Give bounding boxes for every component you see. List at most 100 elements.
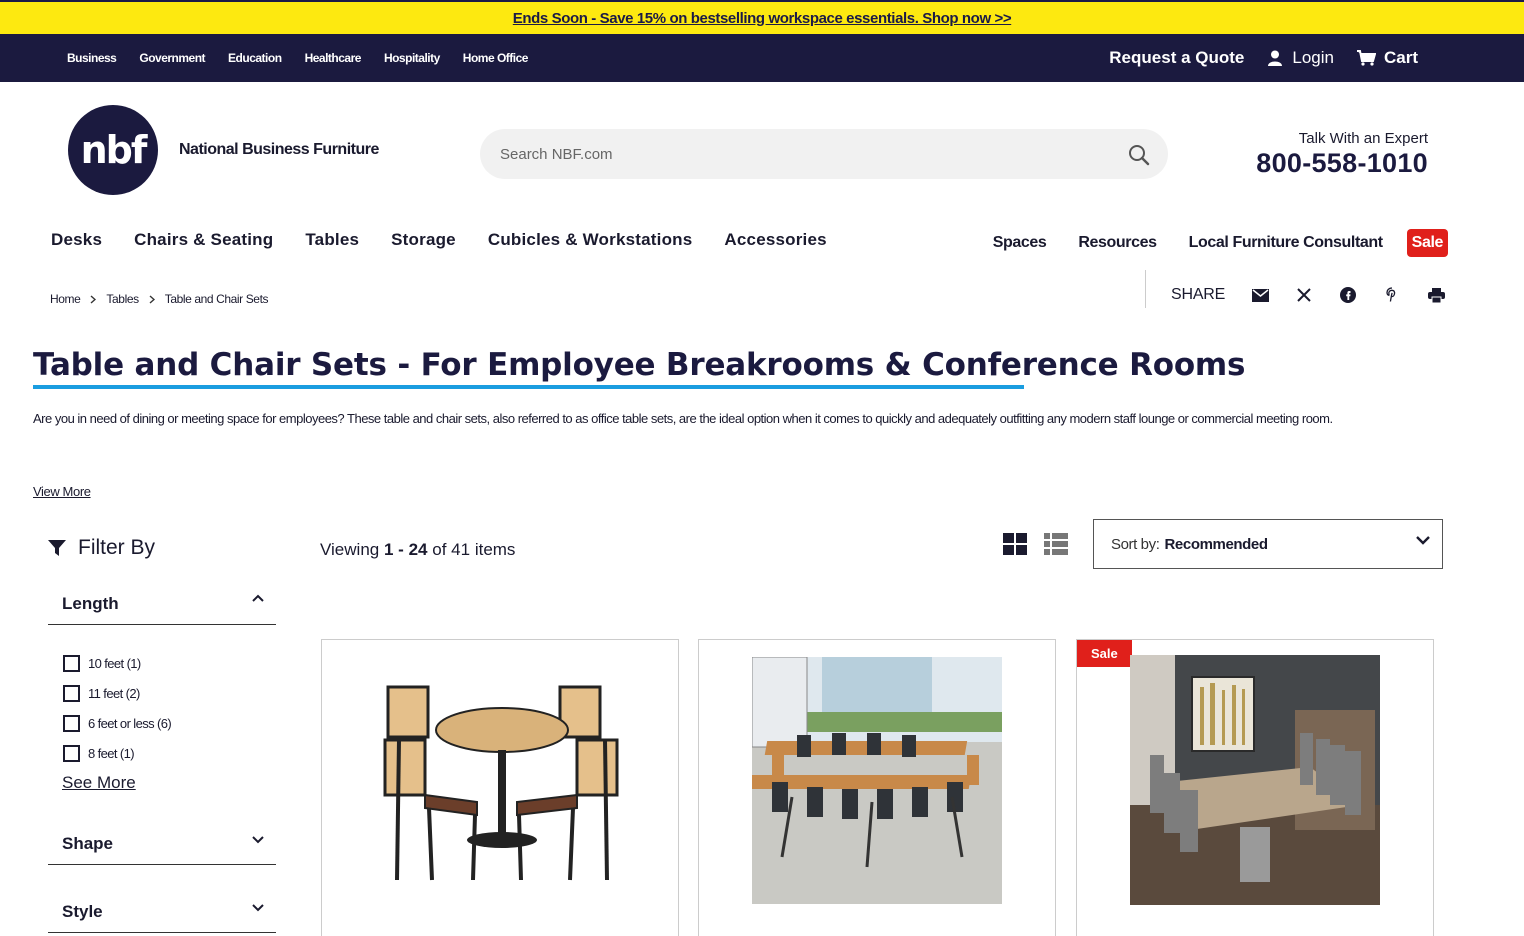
checkbox[interactable]: [63, 655, 80, 672]
filter-label: Filter By: [78, 536, 156, 559]
filter-group-length[interactable]: Length: [48, 584, 276, 625]
page-description: Are you in need of dining or meeting spa…: [33, 411, 1333, 426]
checkbox[interactable]: [63, 745, 80, 762]
phone-number[interactable]: 800-558-1010: [1256, 148, 1428, 179]
segment-education[interactable]: Education: [228, 51, 282, 65]
top-bar: Business Government Education Healthcare…: [0, 34, 1524, 82]
total-count: 41: [451, 540, 471, 559]
search-input[interactable]: [500, 129, 1100, 179]
view-more-link[interactable]: View More: [33, 484, 91, 499]
share-bar: SHARE: [1171, 286, 1471, 304]
filter-group-title: Shape: [62, 834, 114, 853]
product-card[interactable]: Sale: [1076, 639, 1434, 936]
nav-sale[interactable]: Sale: [1406, 229, 1448, 257]
brand-name: National Business Furniture: [179, 141, 379, 158]
pinterest-icon[interactable]: [1383, 286, 1401, 304]
option-label: 6 feet or less (6): [88, 716, 172, 731]
chevron-down-icon: [1416, 536, 1430, 545]
range-start: 1: [383, 540, 394, 559]
segment-home-office[interactable]: Home Office: [463, 51, 529, 65]
filter-group-shape[interactable]: Shape: [48, 824, 276, 865]
sort-label: Sort by:: [1111, 535, 1160, 553]
promo-banner: Ends Soon - Save 15% on bestselling work…: [0, 0, 1524, 34]
filter-option-8-feet[interactable]: 8 feet (1): [63, 745, 135, 762]
expert-contact: Talk With an Expert 800-558-1010: [1256, 130, 1428, 179]
nav-chairs-seating[interactable]: Chairs & Seating: [134, 230, 273, 250]
sort-value: Recommended: [1164, 535, 1269, 553]
of-label: of: [432, 540, 447, 559]
option-label: 8 feet (1): [88, 746, 135, 761]
email-icon[interactable]: [1251, 286, 1269, 304]
user-icon: [1268, 50, 1283, 66]
checkbox[interactable]: [63, 685, 80, 702]
see-more-link[interactable]: See More: [62, 773, 136, 793]
breadcrumb: Home Tables Table and Chair Sets: [50, 292, 269, 306]
chevron-up-icon[interactable]: [252, 594, 264, 602]
filter-group-title: Length: [62, 594, 119, 613]
breadcrumb-home[interactable]: Home: [50, 292, 81, 306]
sort-dropdown[interactable]: Sort by: Recommended: [1093, 519, 1443, 569]
sale-badge: Sale: [1077, 640, 1132, 667]
segment-nav: Business Government Education Healthcare…: [67, 34, 528, 82]
chevron-right-icon: [90, 294, 97, 304]
nav-local-consultant[interactable]: Local Furniture Consultant: [1189, 234, 1383, 252]
filter-group-title: Style: [62, 902, 103, 921]
cart-label: Cart: [1383, 48, 1418, 67]
segment-healthcare[interactable]: Healthcare: [305, 51, 362, 65]
title-underline: [33, 385, 1024, 389]
login-link[interactable]: Login: [1268, 48, 1334, 68]
search-icon[interactable]: [1128, 144, 1150, 166]
account-links: Request a Quote Login Cart: [1109, 34, 1418, 82]
results-count: Viewing 1 - 24 of 41 items: [320, 540, 515, 560]
nav-spaces[interactable]: Spaces: [993, 234, 1047, 252]
share-divider: [1145, 270, 1146, 308]
filter-option-11-feet[interactable]: 11 feet (2): [63, 685, 140, 702]
conference-room-set-image[interactable]: [1130, 655, 1380, 905]
share-label: SHARE: [1171, 286, 1226, 303]
request-quote-link[interactable]: Request a Quote: [1109, 48, 1244, 68]
nav-resources[interactable]: Resources: [1078, 234, 1157, 252]
x-icon[interactable]: [1295, 286, 1313, 304]
checkbox[interactable]: [63, 715, 80, 732]
promo-link[interactable]: Ends Soon - Save 15% on bestselling work…: [513, 10, 1012, 27]
login-label: Login: [1292, 48, 1334, 67]
main-nav: Desks Chairs & Seating Tables Storage Cu…: [51, 230, 827, 250]
secondary-nav: Spaces Resources Local Furniture Consult…: [993, 229, 1448, 257]
nbf-logo[interactable]: nbf: [68, 105, 158, 195]
chevron-right-icon: [149, 294, 155, 304]
nav-cubicles-workstations[interactable]: Cubicles & Workstations: [488, 230, 693, 250]
cafe-table-set-image[interactable]: [377, 680, 627, 890]
nav-storage[interactable]: Storage: [391, 230, 456, 250]
facebook-icon[interactable]: [1339, 286, 1357, 304]
filter-option-6-feet-or-less[interactable]: 6 feet or less (6): [63, 715, 172, 732]
print-icon[interactable]: [1427, 286, 1445, 304]
product-card[interactable]: [321, 639, 679, 936]
option-label: 10 feet (1): [88, 656, 141, 671]
list-view-icon[interactable]: [1044, 533, 1068, 555]
search-bar: [480, 129, 1168, 179]
expert-label: Talk With an Expert: [1298, 130, 1428, 147]
option-label: 11 feet (2): [88, 686, 140, 701]
breadcrumb-tables[interactable]: Tables: [106, 292, 139, 306]
breadcrumb-current[interactable]: Table and Chair Sets: [165, 292, 269, 306]
filter-heading: Filter By: [48, 536, 155, 560]
page-title: Table and Chair Sets - For Employee Brea…: [33, 347, 1246, 383]
filter-option-10-feet[interactable]: 10 feet (1): [63, 655, 141, 672]
chevron-down-icon[interactable]: [252, 904, 264, 912]
filter-group-style[interactable]: Style: [48, 892, 276, 933]
grid-view-icon[interactable]: [1003, 533, 1027, 555]
product-card[interactable]: [698, 639, 1056, 936]
segment-government[interactable]: Government: [139, 51, 205, 65]
items-label: items: [474, 540, 516, 559]
segment-business[interactable]: Business: [67, 51, 117, 65]
range-end: 24: [408, 540, 428, 559]
nav-desks[interactable]: Desks: [51, 230, 102, 250]
logo-text: nbf: [80, 128, 148, 172]
nav-tables[interactable]: Tables: [305, 230, 359, 250]
chevron-down-icon[interactable]: [252, 836, 264, 844]
cart-link[interactable]: Cart: [1356, 48, 1418, 68]
segment-hospitality[interactable]: Hospitality: [384, 51, 440, 65]
cart-icon: [1356, 50, 1376, 66]
nav-accessories[interactable]: Accessories: [724, 230, 826, 250]
training-room-tables-image[interactable]: [752, 657, 1002, 904]
